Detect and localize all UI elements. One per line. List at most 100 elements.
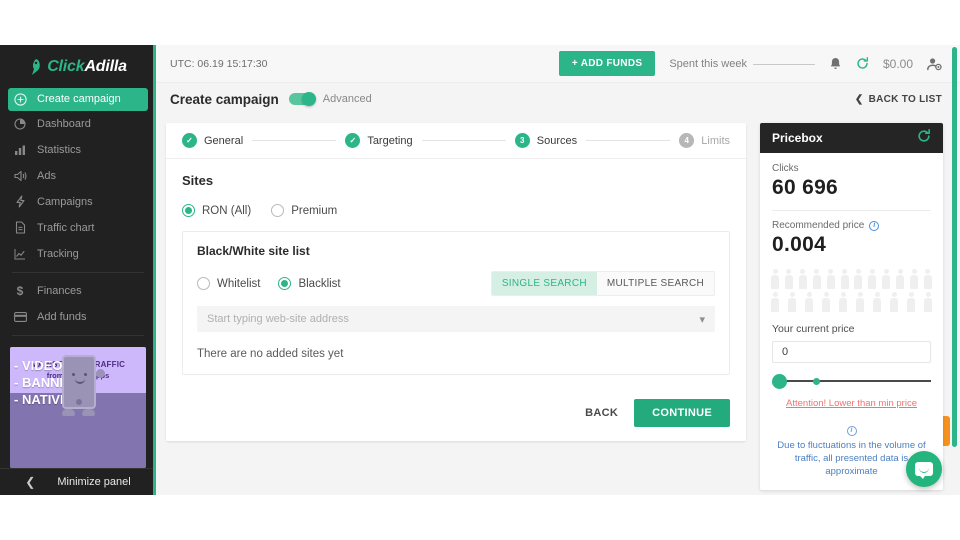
page-header: Create campaign Advanced ❮ BACK TO LIST [156, 83, 960, 115]
lightning-icon [13, 195, 27, 209]
sites-section-title: Sites [182, 173, 214, 188]
step-marker-check-icon: ✓ [182, 133, 197, 148]
topbar-right-group: + ADD FUNDS Spent this week $0.00 [558, 51, 942, 76]
promo-banner[interactable]: MAINSTREAM TRAFFIC from mobile apps - VI… [10, 346, 146, 468]
sidebar-item-finances[interactable]: $ Finances [0, 278, 156, 304]
person-icon [826, 269, 836, 290]
minimize-panel-button[interactable]: ❮ Minimize panel [0, 467, 156, 496]
sidebar-item-campaigns[interactable]: Campaigns [0, 189, 156, 215]
page-title: Create campaign [170, 91, 279, 107]
recommended-price-label-row: Recommended price i [772, 220, 931, 231]
current-price-input[interactable]: 0 [772, 341, 931, 363]
sidebar-item-ads[interactable]: Ads [0, 163, 156, 189]
radio-button-icon [271, 204, 285, 217]
step-label: Sources [536, 134, 578, 147]
pricebox-body: Clicks 60 696 Recommended price i 0.004 [760, 153, 943, 257]
card-actions: BACK CONTINUE [166, 387, 746, 441]
info-icon[interactable]: i [869, 220, 880, 231]
refresh-icon[interactable] [856, 57, 869, 70]
radio-label: Whitelist [217, 277, 261, 290]
megaphone-icon [13, 169, 27, 183]
mascot-leg-right [82, 408, 95, 416]
person-icon [909, 269, 919, 290]
minimize-panel-label: Minimize panel [57, 475, 131, 488]
sidebar-item-add-funds[interactable]: Add funds [0, 304, 156, 330]
price-warning-message[interactable]: Attention! Lower than min price [760, 398, 943, 409]
search-mode-tabs: SINGLE SEARCH MULTIPLE SEARCH [490, 271, 715, 296]
clicks-value: 60 696 [772, 176, 839, 199]
tab-multiple-search[interactable]: MULTIPLE SEARCH [596, 272, 714, 295]
price-slider[interactable] [772, 373, 931, 389]
person-icon [867, 269, 877, 290]
document-icon [13, 221, 27, 235]
refresh-icon[interactable] [917, 128, 931, 148]
mascot-smile [75, 379, 85, 384]
recommended-price-label: Recommended price [772, 220, 865, 231]
pricebox-divider [772, 210, 931, 211]
step-label: Limits [701, 134, 731, 147]
main-area: UTC: 06.19 15:17:30 + ADD FUNDS Spent th… [156, 45, 960, 495]
person-icon [855, 292, 865, 313]
brand-logo[interactable]: ClickAdilla [0, 45, 156, 84]
person-icon [770, 292, 780, 313]
sidebar-item-label: Finances [37, 284, 82, 297]
mascot-leg-left [62, 408, 75, 416]
step-general[interactable]: ✓ General [182, 133, 243, 148]
account-settings-icon[interactable] [927, 57, 942, 71]
radio-button-icon [182, 204, 195, 217]
mascot-eye-left [72, 372, 75, 376]
bar-chart-icon [13, 143, 27, 157]
spent-this-week-label: Spent this week [669, 57, 747, 70]
advanced-mode-toggle[interactable] [288, 92, 316, 106]
tab-single-search[interactable]: SINGLE SEARCH [491, 272, 597, 295]
continue-button[interactable]: CONTINUE [634, 399, 730, 427]
step-sources[interactable]: 3 Sources [514, 133, 578, 148]
bell-icon[interactable] [829, 57, 842, 71]
dollar-icon: $ [13, 284, 27, 298]
sidebar-item-statistics[interactable]: Statistics [0, 137, 156, 163]
radio-button-icon [197, 277, 210, 290]
step-marker-number: 3 [514, 133, 530, 148]
add-funds-button[interactable]: + ADD FUNDS [558, 51, 656, 76]
no-sites-message: There are no added sites yet [197, 348, 344, 360]
people-illustration [760, 269, 943, 313]
chevron-down-icon: ▾ [699, 313, 705, 326]
wizard-steps: ✓ General ✓ Targeting 3 Sources 4 Limits [166, 123, 746, 159]
brand-logo-click: Click [47, 58, 85, 76]
radio-label: Blacklist [298, 277, 341, 290]
sidebar-item-traffic-chart[interactable]: Traffic chart [0, 215, 156, 241]
chat-bubble-icon[interactable] [906, 451, 942, 487]
current-price-label: Your current price [772, 323, 855, 335]
sidebar-item-dashboard[interactable]: Dashboard [0, 111, 156, 137]
site-search-input[interactable]: Start typing web-site address ▾ [197, 306, 715, 332]
step-label: General [204, 134, 244, 147]
toggle-knob [301, 92, 316, 106]
sidebar-item-label: Traffic chart [37, 221, 95, 234]
sidebar-item-create-campaign[interactable]: Create campaign [8, 87, 148, 111]
step-connector [586, 140, 671, 141]
step-connector [421, 140, 506, 141]
pie-chart-icon [13, 117, 27, 131]
radio-whitelist[interactable]: Whitelist [197, 277, 260, 290]
back-to-list-button[interactable]: ❮ BACK TO LIST [855, 94, 942, 105]
step-limits[interactable]: 4 Limits [679, 133, 730, 148]
line-chart-icon [13, 247, 27, 261]
chevron-left-icon: ❮ [25, 474, 36, 489]
person-icon [895, 269, 905, 290]
slider-handle[interactable] [772, 374, 787, 389]
step-targeting[interactable]: ✓ Targeting [345, 133, 413, 148]
recommended-price-value: 0.004 [772, 233, 827, 256]
svg-text:$: $ [17, 284, 24, 297]
spent-this-week-line [752, 64, 815, 65]
clickadilla-logo-icon [29, 58, 43, 76]
step-label: Targeting [367, 134, 413, 147]
advanced-mode-label: Advanced [322, 93, 372, 105]
radio-ron-all[interactable]: RON (All) [182, 204, 251, 217]
radio-blacklist[interactable]: Blacklist [278, 277, 341, 290]
account-balance: $0.00 [882, 56, 913, 71]
mascot-arm [96, 368, 105, 378]
radio-premium[interactable]: Premium [271, 204, 337, 217]
sidebar-item-tracking[interactable]: Tracking [0, 241, 156, 267]
page-scrollbar[interactable] [952, 47, 957, 447]
back-button[interactable]: BACK [585, 407, 618, 419]
